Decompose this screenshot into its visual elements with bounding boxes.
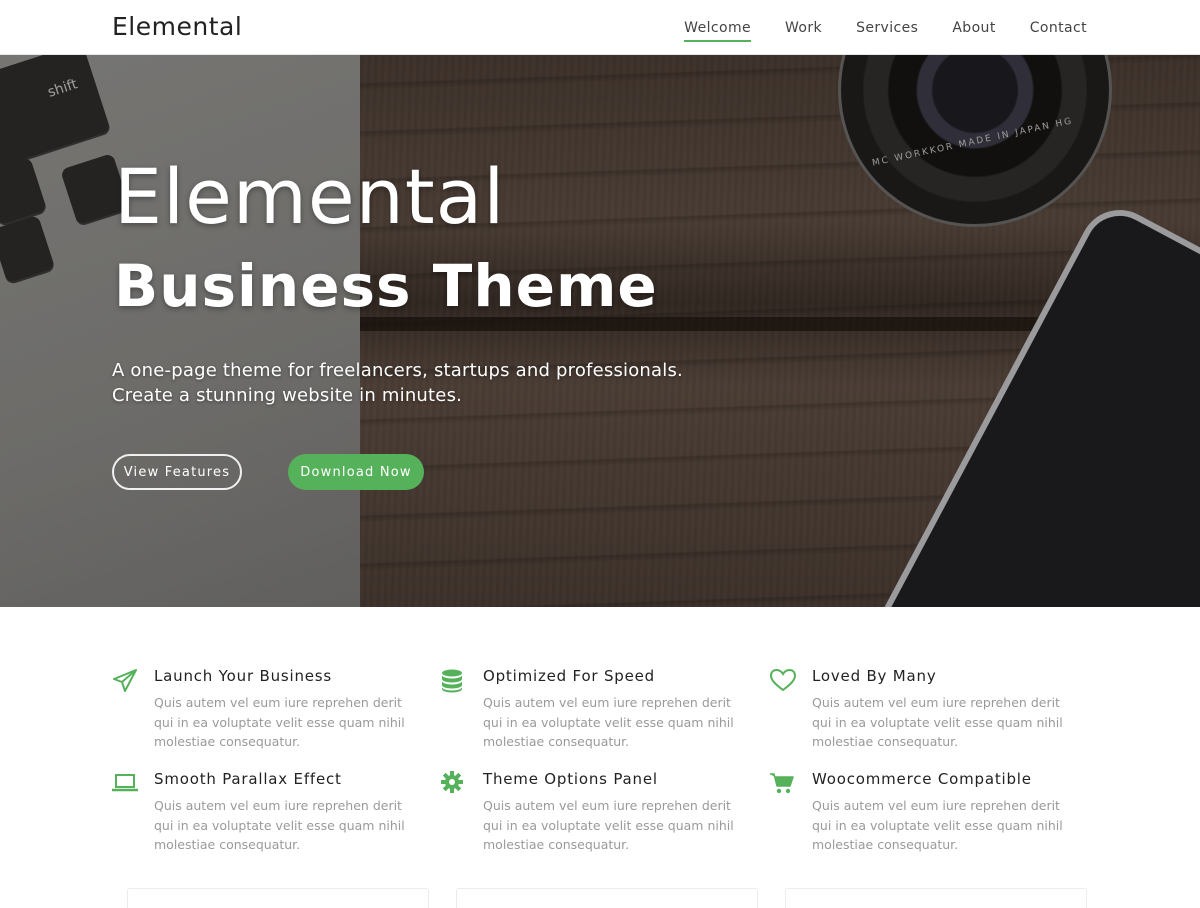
feature-description: Quis autem vel eum iure reprehen derit q… <box>154 798 405 852</box>
hero-subtitle: Business Theme <box>114 252 658 320</box>
portfolio-card <box>785 888 1087 908</box>
feature-title: Loved By Many <box>812 667 937 685</box>
nav-item-contact[interactable]: Contact <box>1030 16 1087 40</box>
feature-title: Launch Your Business <box>154 667 333 685</box>
hero-description-line-2: Create a stunning website in minutes. <box>112 385 463 406</box>
brand-logo[interactable]: Elemental <box>112 12 242 41</box>
feature-title: Theme Options Panel <box>483 770 658 788</box>
nav-item-work[interactable]: Work <box>785 16 822 40</box>
feature-description: Quis autem vel eum iure reprehen derit q… <box>154 695 405 749</box>
main-nav: Welcome Work Services About Contact <box>684 0 1087 55</box>
view-features-button[interactable]: View Features <box>112 454 242 490</box>
feature-title: Woocommerce Compatible <box>812 770 1032 788</box>
feature-description: Quis autem vel eum iure reprehen derit q… <box>812 798 1063 852</box>
laptop-icon <box>112 774 138 792</box>
portfolio-card <box>456 888 758 908</box>
feature-title: Optimized For Speed <box>483 667 655 685</box>
nav-item-about[interactable]: About <box>952 16 995 40</box>
download-now-button[interactable]: Download Now <box>288 454 424 490</box>
hero-title: Elemental <box>114 152 506 241</box>
feature-description: Quis autem vel eum iure reprehen derit q… <box>812 695 1063 749</box>
hero-overlay <box>0 55 1200 607</box>
feature-title: Smooth Parallax Effect <box>154 770 342 788</box>
heart-icon <box>770 668 796 692</box>
feature-description: Quis autem vel eum iure reprehen derit q… <box>483 798 734 852</box>
cart-icon <box>770 773 794 794</box>
nav-item-welcome[interactable]: Welcome <box>684 16 751 42</box>
hero-section: shift MC WORKKOR MADE IN JAPAN HG Elemen… <box>0 55 1200 607</box>
database-icon <box>442 669 462 693</box>
hero-description-line-1: A one-page theme for freelancers, startu… <box>112 360 683 381</box>
feature-description: Quis autem vel eum iure reprehen derit q… <box>483 695 734 749</box>
portfolio-card <box>127 888 429 908</box>
paper-plane-icon <box>113 669 137 692</box>
gear-icon <box>441 771 463 793</box>
top-navbar: Elemental Welcome Work Services About Co… <box>0 0 1200 55</box>
features-section: Launch Your Business Quis autem vel eum … <box>0 607 1200 900</box>
nav-item-services[interactable]: Services <box>856 16 918 40</box>
